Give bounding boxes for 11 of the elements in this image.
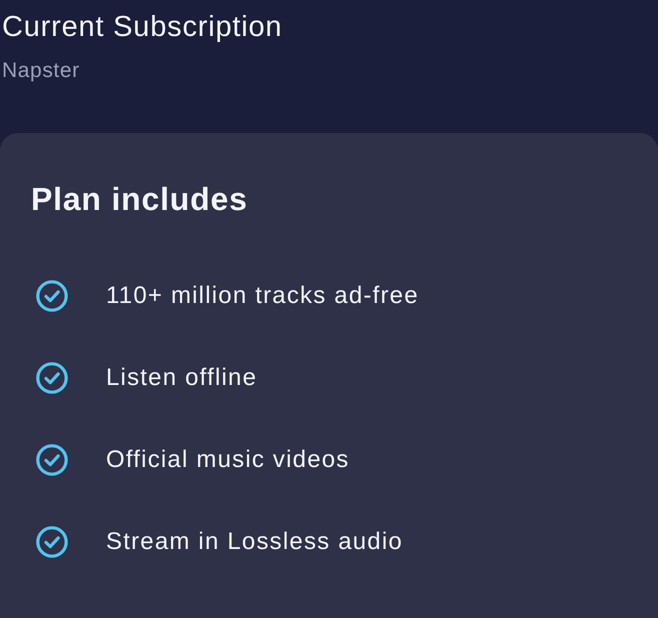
feature-text: Official music videos: [106, 446, 350, 474]
feature-text: Stream in Lossless audio: [106, 528, 403, 556]
provider-name: Napster: [2, 59, 80, 83]
page-title: Current Subscription: [2, 10, 282, 44]
check-circle-icon: [36, 526, 68, 558]
check-circle-icon: [36, 280, 68, 312]
check-circle-icon: [36, 444, 68, 476]
feature-text: Listen offline: [106, 364, 258, 392]
check-circle-icon: [36, 362, 68, 394]
feature-text: 110+ million tracks ad-free: [106, 282, 419, 310]
card-title: Plan includes: [31, 180, 248, 219]
